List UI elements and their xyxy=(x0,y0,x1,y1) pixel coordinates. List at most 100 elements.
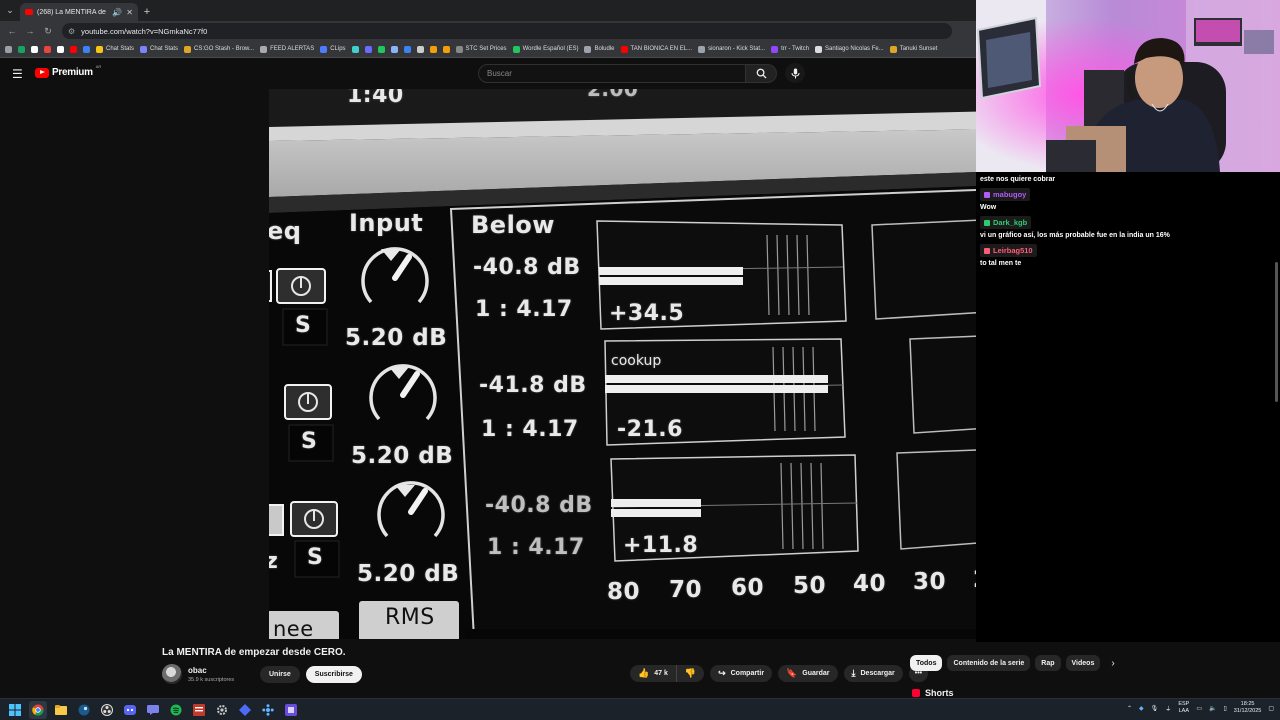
chevron-up-icon[interactable]: ⌃ xyxy=(1127,705,1132,712)
tray-app-icon[interactable]: ◆ xyxy=(1139,705,1144,712)
bookmark-item[interactable]: TAN BIONICA EN EL... xyxy=(620,45,692,53)
youtube-logo[interactable]: Premium AR xyxy=(35,64,102,78)
voice-search-button[interactable] xyxy=(785,63,805,83)
filter-chip[interactable]: Contenido de la serie xyxy=(947,655,1031,671)
notification-icon[interactable]: ▢ xyxy=(1268,705,1274,712)
bookmark-item[interactable]: STC Set Prices xyxy=(455,45,507,53)
menu-icon[interactable]: ☰ xyxy=(12,68,24,80)
bookmark-item[interactable] xyxy=(377,45,385,53)
usb-icon[interactable]: ⏚ xyxy=(1165,704,1171,713)
bookmark-item[interactable] xyxy=(416,45,424,53)
settings-icon[interactable] xyxy=(213,701,231,719)
obs-icon[interactable] xyxy=(98,701,116,719)
meter-bar xyxy=(611,509,701,517)
channel-meta: obac 35.9 k suscriptores xyxy=(188,666,248,683)
bookmark-item[interactable] xyxy=(57,45,64,53)
forward-icon[interactable]: → xyxy=(22,23,38,39)
db-scale-label: 70 xyxy=(669,577,703,603)
bookmark-item[interactable] xyxy=(351,45,359,53)
join-button[interactable]: Unirse xyxy=(260,665,300,683)
bookmark-item[interactable]: sionaron - Kick Stat... xyxy=(698,45,765,53)
bookmark-item[interactable] xyxy=(442,45,450,53)
bookmark-item[interactable] xyxy=(70,45,77,53)
reload-icon[interactable]: ↻ xyxy=(40,23,56,39)
steam-icon[interactable] xyxy=(75,701,93,719)
browser-tab[interactable]: (268) La MENTIRA de empe... 🔊 ✕ xyxy=(20,3,138,21)
clock[interactable]: 18:25 31/12/2025 xyxy=(1234,701,1262,715)
bookmark-item[interactable] xyxy=(364,45,372,53)
channel-name[interactable]: obac xyxy=(188,666,248,675)
video-player[interactable]: 1:40 2.00 eq Input Below -40.8 dB 1 : 4.… xyxy=(269,89,1004,639)
microphone-tray-icon[interactable]: 🎙 xyxy=(1151,705,1159,712)
language-code: ESP xyxy=(1178,701,1190,707)
bookmark-item[interactable]: Wordle Español (ES) xyxy=(512,45,578,53)
close-icon[interactable]: ✕ xyxy=(126,8,133,17)
bookmark-item[interactable] xyxy=(83,45,90,53)
shorts-icon xyxy=(912,689,920,697)
tab-search-icon[interactable]: ⌄ xyxy=(0,0,20,21)
windows-taskbar: ⌃ ◆ 🎙 ⏚ ESP LAA ▭ 🔈 ▯ 18:25 31/12/2025 ▢ xyxy=(0,698,1280,720)
like-button[interactable]: 👍 47 k xyxy=(630,665,677,682)
bookmark-item[interactable] xyxy=(403,45,411,53)
discord-icon[interactable] xyxy=(121,701,139,719)
chat-username[interactable]: Leirbag510 xyxy=(980,244,1037,257)
address-bar[interactable]: ⚙ youtube.com/watch?v=NGmkaNc77f0 xyxy=(62,23,952,39)
battery-icon[interactable]: ▯ xyxy=(1223,705,1226,712)
chevron-right-icon[interactable]: › xyxy=(1111,658,1114,669)
apps-icon[interactable] xyxy=(5,45,12,53)
save-button[interactable]: 🔖 Guardar xyxy=(778,665,838,682)
video-editor-icon[interactable] xyxy=(282,701,300,719)
bookmark-favicon-icon xyxy=(57,45,64,53)
speaker-icon[interactable]: 🔊 xyxy=(112,8,122,17)
video-label-rms: RMS xyxy=(385,605,435,630)
chat-message: este nos quiere cobrar xyxy=(980,176,1056,183)
bookmark-item[interactable]: Chat Stats xyxy=(140,45,178,53)
vpn-app-icon[interactable] xyxy=(236,701,254,719)
news-app-icon[interactable] xyxy=(190,701,208,719)
new-tab-icon[interactable]: + xyxy=(138,3,156,21)
file-explorer-icon[interactable] xyxy=(52,701,70,719)
video-title: La MENTIRA de empezar desde CERO. xyxy=(162,647,346,658)
dislike-button[interactable]: 👎 xyxy=(677,665,704,682)
filter-chip[interactable]: Rap xyxy=(1035,655,1061,671)
chat-username[interactable]: Dark_kgb xyxy=(980,216,1032,229)
bookmark-item[interactable]: CLips xyxy=(320,45,346,53)
bookmark-item[interactable] xyxy=(18,45,25,53)
chat-scrollbar-thumb[interactable] xyxy=(1274,262,1278,402)
search-input[interactable]: Buscar xyxy=(478,64,746,83)
back-icon[interactable]: ← xyxy=(4,23,20,39)
subscribe-button[interactable]: Suscribirse xyxy=(305,665,362,683)
site-info-icon[interactable]: ⚙ xyxy=(68,27,75,36)
chrome-icon[interactable] xyxy=(29,701,47,719)
chat-scrollbar[interactable] xyxy=(1273,172,1280,642)
bookmark-favicon-icon xyxy=(140,45,148,53)
bookmark-item[interactable]: Santiago Nicolas Fe... xyxy=(815,45,884,53)
bookmark-item[interactable]: CS:GO Stash - Brow... xyxy=(184,45,254,53)
start-icon[interactable] xyxy=(6,701,24,719)
band-1-meter: +34.5 xyxy=(609,301,685,326)
bookmark-item[interactable] xyxy=(44,45,51,53)
filter-chip[interactable]: Videos xyxy=(1065,655,1101,671)
spotify-icon[interactable] xyxy=(167,701,185,719)
filter-chip[interactable]: Todos xyxy=(910,655,943,671)
chat-username[interactable]: mabugoy xyxy=(980,188,1031,201)
bookmark-item[interactable] xyxy=(31,45,38,53)
share-button[interactable]: ↪ Compartir xyxy=(710,665,773,682)
input-language[interactable]: ESP LAA xyxy=(1178,701,1189,715)
bookmark-item[interactable]: trr - Twitch xyxy=(771,45,809,53)
bookmark-item[interactable] xyxy=(390,45,398,53)
bookmark-item[interactable]: Boludle xyxy=(584,45,615,53)
bookmark-favicon-icon xyxy=(364,45,372,53)
region-label: AR xyxy=(95,64,102,69)
bookmark-item[interactable]: Tanuki Sunset xyxy=(889,45,937,53)
bookmark-item[interactable]: FEED ALERTAS xyxy=(260,45,314,53)
chat-app-icon[interactable] xyxy=(144,701,162,719)
game-launcher-icon[interactable] xyxy=(259,701,277,719)
download-button[interactable]: ⤓ Descargar xyxy=(843,665,903,682)
search-button[interactable] xyxy=(745,64,777,83)
bookmark-item[interactable] xyxy=(429,45,437,53)
network-icon[interactable]: ▭ xyxy=(1196,705,1202,712)
bookmark-item[interactable]: Chat Stats xyxy=(96,45,134,53)
channel-avatar[interactable] xyxy=(162,664,182,684)
volume-icon[interactable]: 🔈 xyxy=(1209,705,1216,712)
